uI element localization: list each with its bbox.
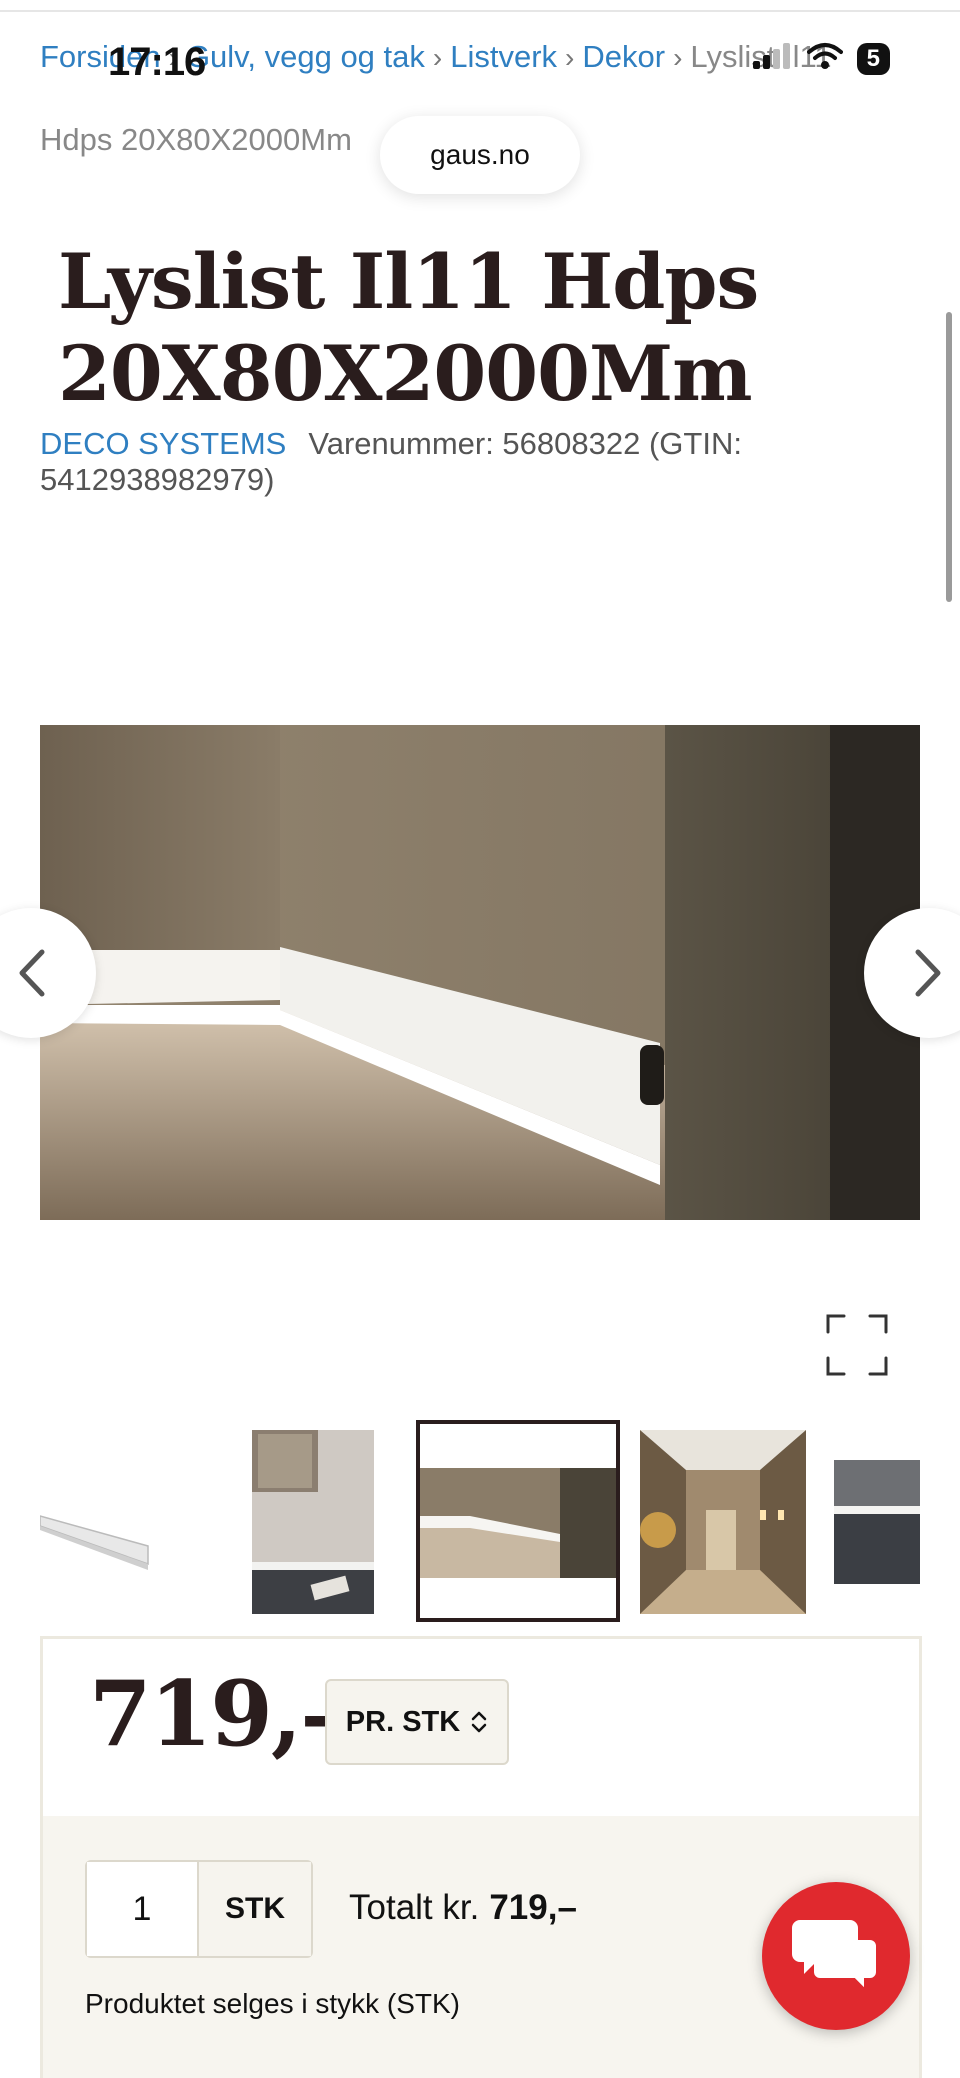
product-meta: DECO SYSTEMS Varenummer: 56808322 (GTIN: … <box>40 426 900 498</box>
quantity-input[interactable] <box>87 1862 199 1956</box>
product-title: Lyslist Il11 Hdps 20X80X2000Mm <box>58 237 759 418</box>
gallery-thumbnail[interactable] <box>40 1430 160 1614</box>
status-bar: 17:16 5 <box>0 0 960 120</box>
chevron-right-icon <box>915 949 941 997</box>
sold-unit-note: Produktet selges i stykk (STK) <box>85 1988 461 2019</box>
chevron-updown-icon <box>471 1711 487 1733</box>
thumbnail-image <box>640 1430 806 1614</box>
thumbnail-image <box>834 1460 920 1584</box>
gallery-thumbnail[interactable] <box>834 1460 920 1584</box>
product-image-main[interactable] <box>40 725 920 1220</box>
status-icons: 5 <box>752 42 890 75</box>
signal-icon <box>752 43 793 74</box>
total-value: 719,– <box>489 1888 577 1927</box>
thumbnail-image <box>420 1424 616 1618</box>
price-amount: 719,– <box>89 1661 345 1767</box>
quantity-stepper: STK <box>85 1860 313 1958</box>
breadcrumb-current-continued: Hdps 20X80X2000Mm <box>40 122 352 157</box>
product-photo <box>40 725 920 1220</box>
page-scrollbar[interactable] <box>946 312 952 602</box>
gallery-thumbnail[interactable] <box>640 1430 806 1614</box>
thumbnail-image <box>252 1430 374 1614</box>
gallery-thumbnail[interactable] <box>252 1430 374 1614</box>
expand-icon <box>824 1312 890 1378</box>
battery-indicator: 5 <box>856 42 890 75</box>
chat-icon <box>792 1920 880 1996</box>
fullscreen-button[interactable] <box>822 1310 892 1380</box>
brand-link[interactable]: DECO SYSTEMS <box>40 426 286 461</box>
total-label: Totalt kr. <box>349 1888 480 1927</box>
thumbnail-image <box>40 1430 160 1614</box>
price-panel: 719,– PR. STK <box>40 1636 922 1820</box>
unit-select[interactable]: PR. STK <box>325 1679 509 1765</box>
chevron-left-icon <box>19 949 45 997</box>
unit-select-value: PR. STK <box>345 1705 461 1738</box>
chat-button[interactable] <box>762 1882 910 2030</box>
wifi-icon <box>806 42 843 75</box>
url-bar[interactable]: gaus.no <box>380 116 580 194</box>
gallery-thumbnail-selected[interactable] <box>416 1420 620 1622</box>
quantity-unit: STK <box>199 1862 311 1956</box>
status-time: 17:16 <box>108 40 206 84</box>
total-price: Totalt kr. 719,– <box>349 1888 577 1928</box>
